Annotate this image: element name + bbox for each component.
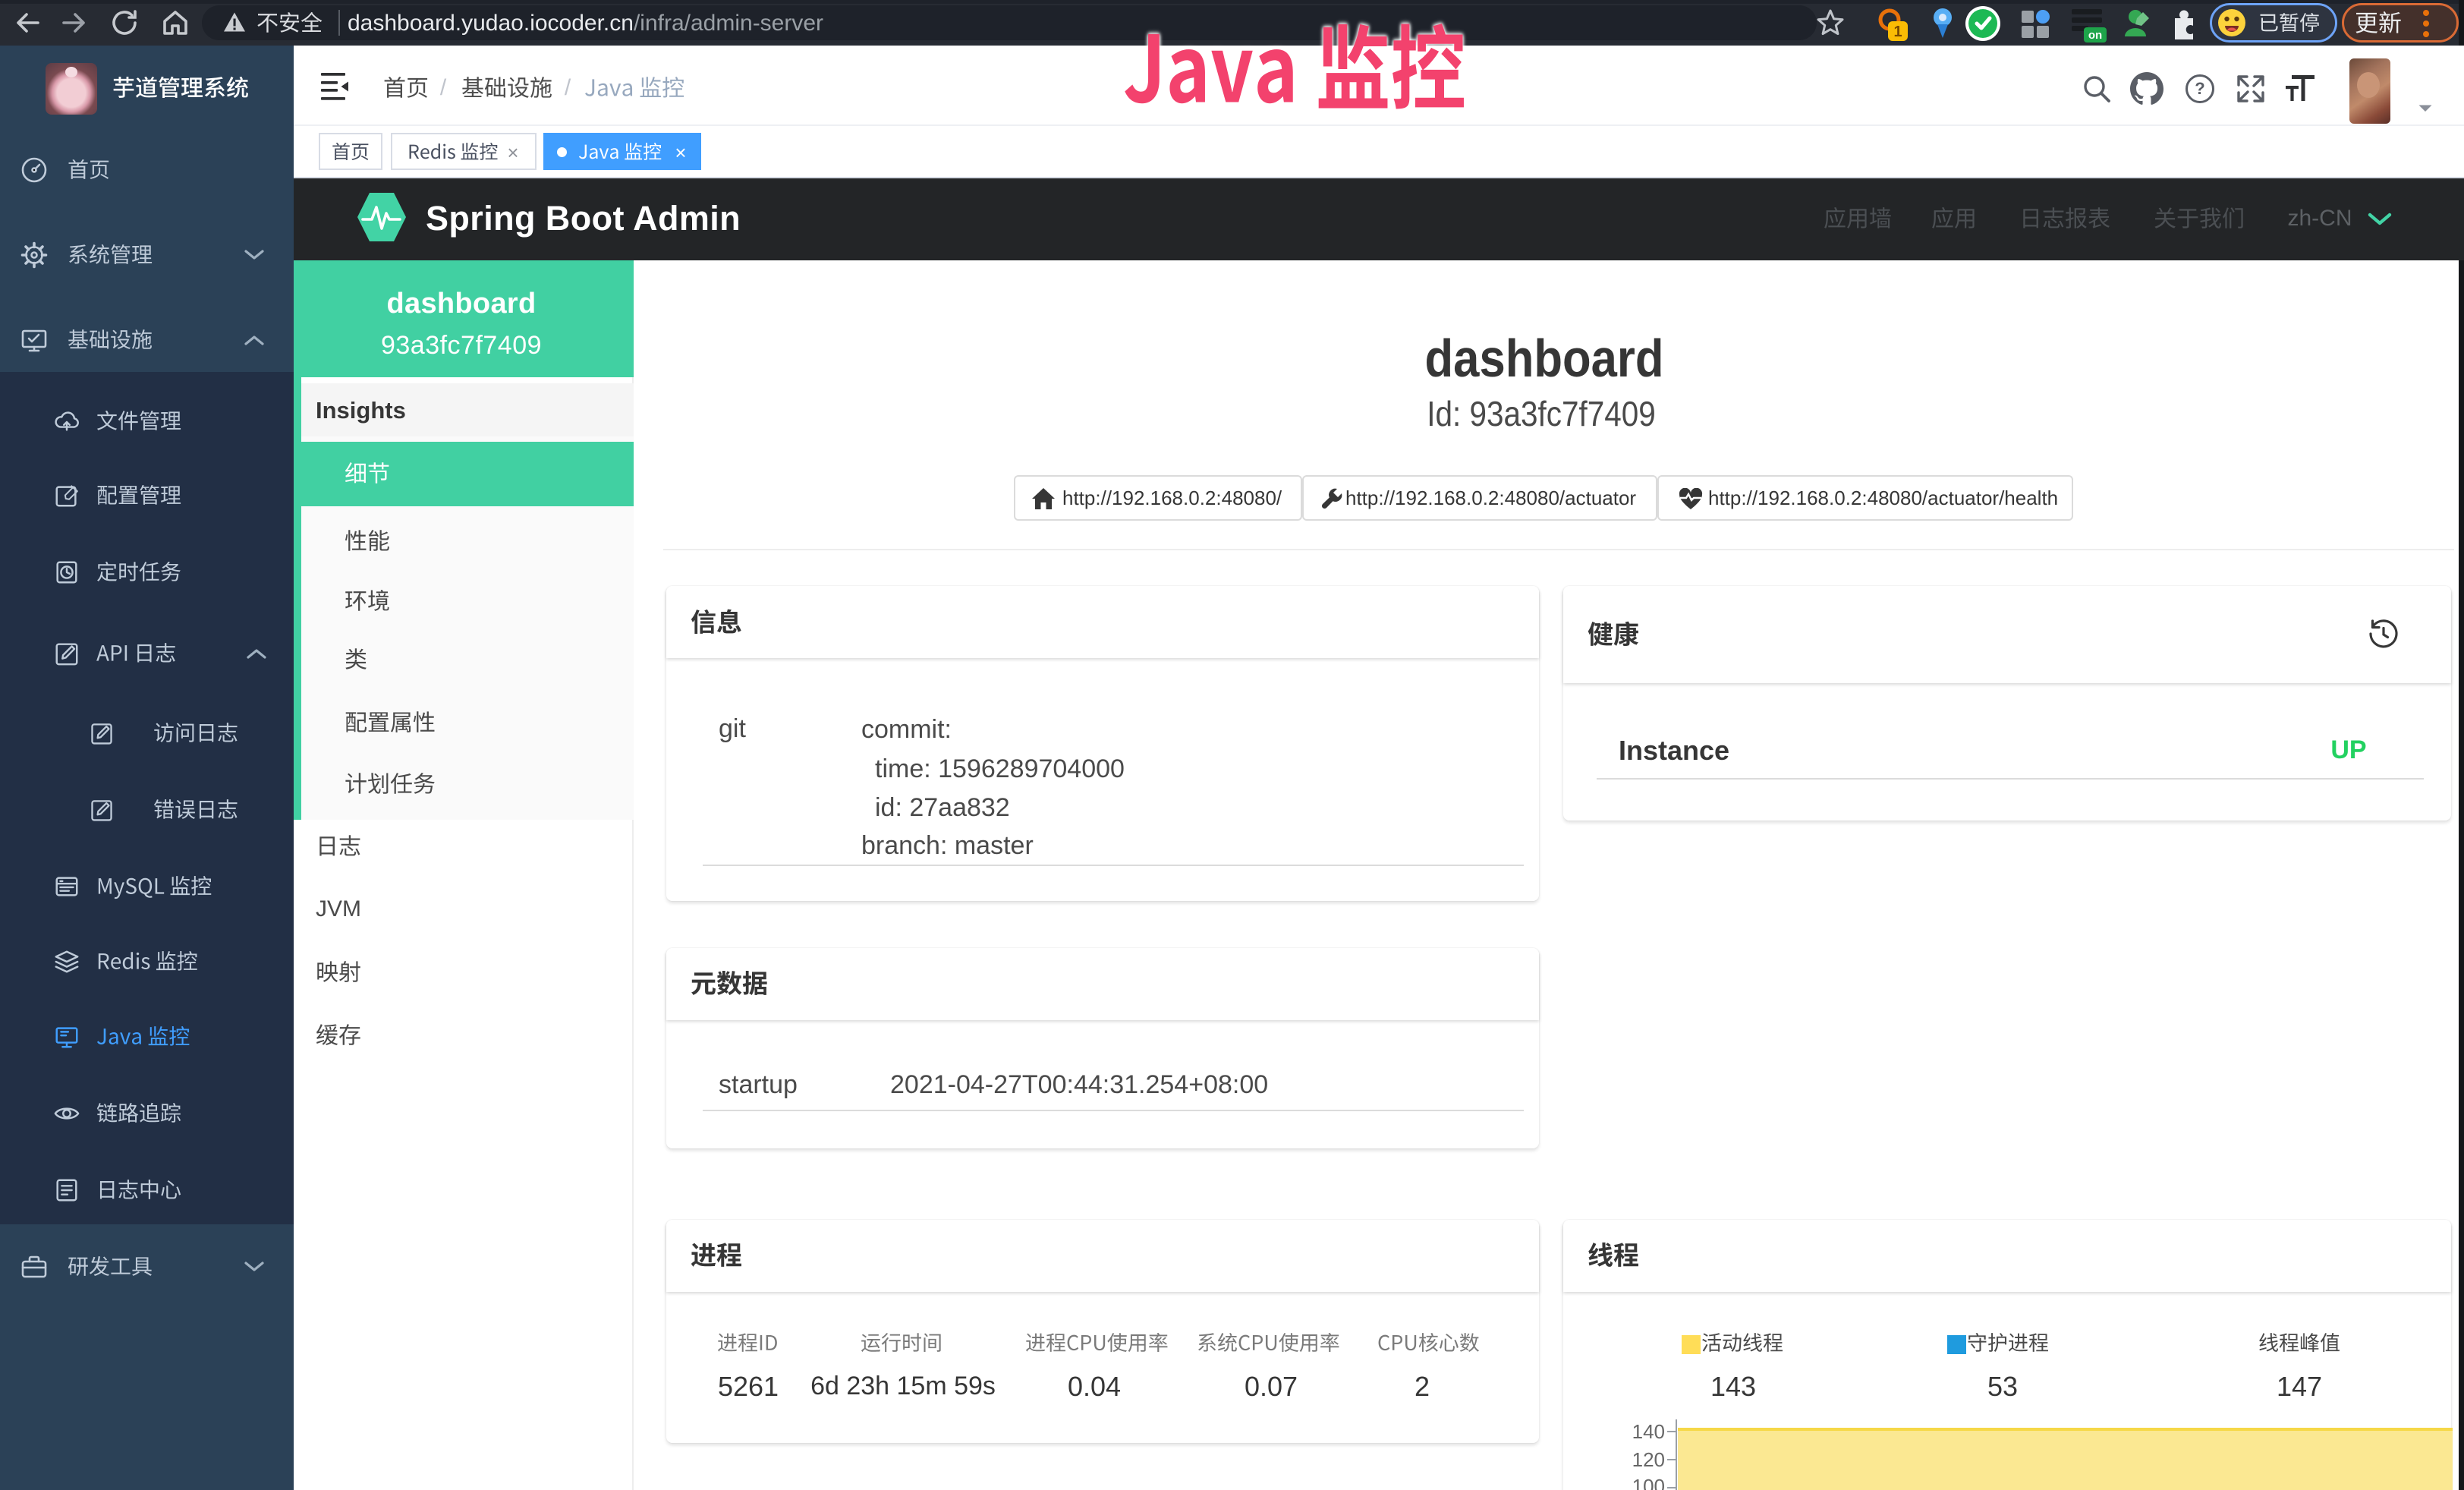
svg-text:on: on	[2088, 29, 2102, 42]
svg-text:?: ?	[2195, 79, 2204, 98]
svg-text:1: 1	[1893, 24, 1902, 40]
